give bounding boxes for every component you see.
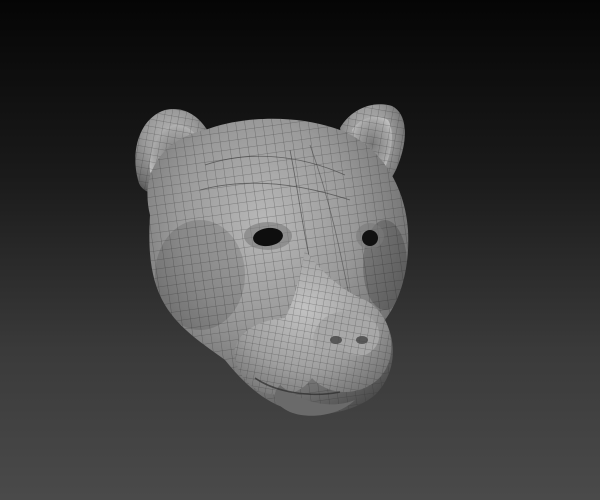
right-eye-socket bbox=[356, 223, 384, 249]
sculpt-mesh bbox=[135, 104, 409, 416]
3d-viewport[interactable] bbox=[0, 0, 600, 500]
cougar-head-model[interactable] bbox=[0, 0, 600, 500]
left-eye-socket bbox=[244, 222, 292, 250]
